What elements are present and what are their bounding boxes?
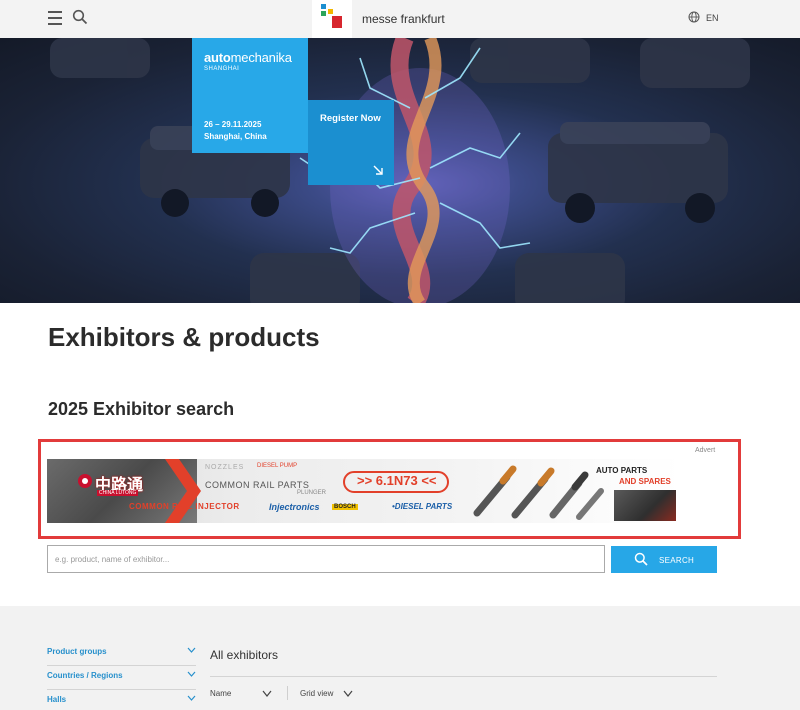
page-title: Exhibitors & products	[48, 322, 320, 352]
search-button[interactable]: SEARCH	[611, 546, 717, 573]
advert-parts-photo	[614, 490, 676, 521]
chevron-down-icon	[187, 647, 196, 653]
top-bar: messe frankfurt EN	[0, 0, 800, 38]
divider	[210, 676, 717, 677]
event-name: automechanika	[204, 50, 292, 65]
arrow-down-right-icon	[373, 165, 383, 175]
results-heading: All exhibitors	[210, 648, 279, 662]
chevron-down-icon	[187, 695, 196, 701]
search-icon	[634, 552, 648, 566]
advert-bosch: BOSCH	[332, 504, 358, 510]
search-icon[interactable]	[72, 9, 88, 25]
search-button-label: SEARCH	[659, 556, 695, 565]
advert-common-rail-injector: COMMON RAIL INJECTOR	[129, 502, 240, 511]
hero-banner: automechanika SHANGHAI 26 – 29.11.2025 S…	[0, 38, 800, 303]
advert-plunger: PLUNGER	[297, 490, 327, 496]
advert-arrow-shape	[165, 459, 201, 523]
filter-countries-regions[interactable]: Countries / Regions	[47, 668, 196, 690]
messe-frankfurt-logo[interactable]	[312, 0, 352, 38]
globe-icon[interactable]	[688, 11, 700, 23]
advert-injectronics: Injectronics	[269, 502, 320, 512]
chevron-down-icon[interactable]	[343, 690, 353, 697]
sort-select[interactable]: Name	[210, 689, 231, 698]
advert-code: >> 6.1N73 <<	[357, 473, 437, 488]
advert-banner[interactable]: 中路通 CHINA LUTONG NOZZLES DIESEL PUMP COM…	[47, 459, 680, 523]
event-card[interactable]: automechanika SHANGHAI 26 – 29.11.2025 S…	[192, 38, 308, 153]
brand-name: messe frankfurt	[362, 12, 445, 26]
menu-icon[interactable]	[48, 11, 62, 25]
chevron-down-icon[interactable]	[262, 690, 272, 697]
divider	[287, 686, 288, 700]
event-location: Shanghai, China	[204, 132, 267, 141]
filter-label: Product groups	[47, 647, 107, 656]
lutong-logo-icon	[78, 474, 92, 488]
advert-nozzles: NOZZLES	[205, 464, 245, 471]
advert-brand-sub: CHINA LUTONG	[97, 490, 139, 496]
language-selector[interactable]: EN	[706, 13, 719, 23]
filter-halls[interactable]: Halls	[47, 692, 196, 710]
chevron-down-icon	[187, 671, 196, 677]
section-title: 2025 Exhibitor search	[48, 399, 235, 419]
exhibitor-search-input[interactable]	[47, 545, 605, 573]
register-now-button[interactable]: Register Now	[308, 100, 394, 185]
hero-image	[50, 38, 750, 303]
injector-images	[473, 465, 604, 520]
advert-common-rail-parts: COMMON RAIL PARTS	[205, 480, 310, 490]
filter-label: Countries / Regions	[47, 671, 123, 680]
filter-product-groups[interactable]: Product groups	[47, 644, 196, 666]
event-dates: 26 – 29.11.2025	[204, 120, 262, 129]
view-select[interactable]: Grid view	[300, 689, 333, 698]
event-city: SHANGHAI	[204, 66, 240, 72]
advert-diesel-pump: DIESEL PUMP	[257, 463, 298, 469]
advert-label: Advert	[695, 447, 716, 454]
advert-and-spares: AND SPARES	[619, 477, 671, 486]
filter-label: Halls	[47, 695, 67, 704]
advert-diesel-parts: •DIESEL PARTS	[392, 502, 453, 511]
advert-auto-parts: AUTO PARTS	[596, 466, 648, 475]
register-label: Register Now	[320, 113, 381, 124]
